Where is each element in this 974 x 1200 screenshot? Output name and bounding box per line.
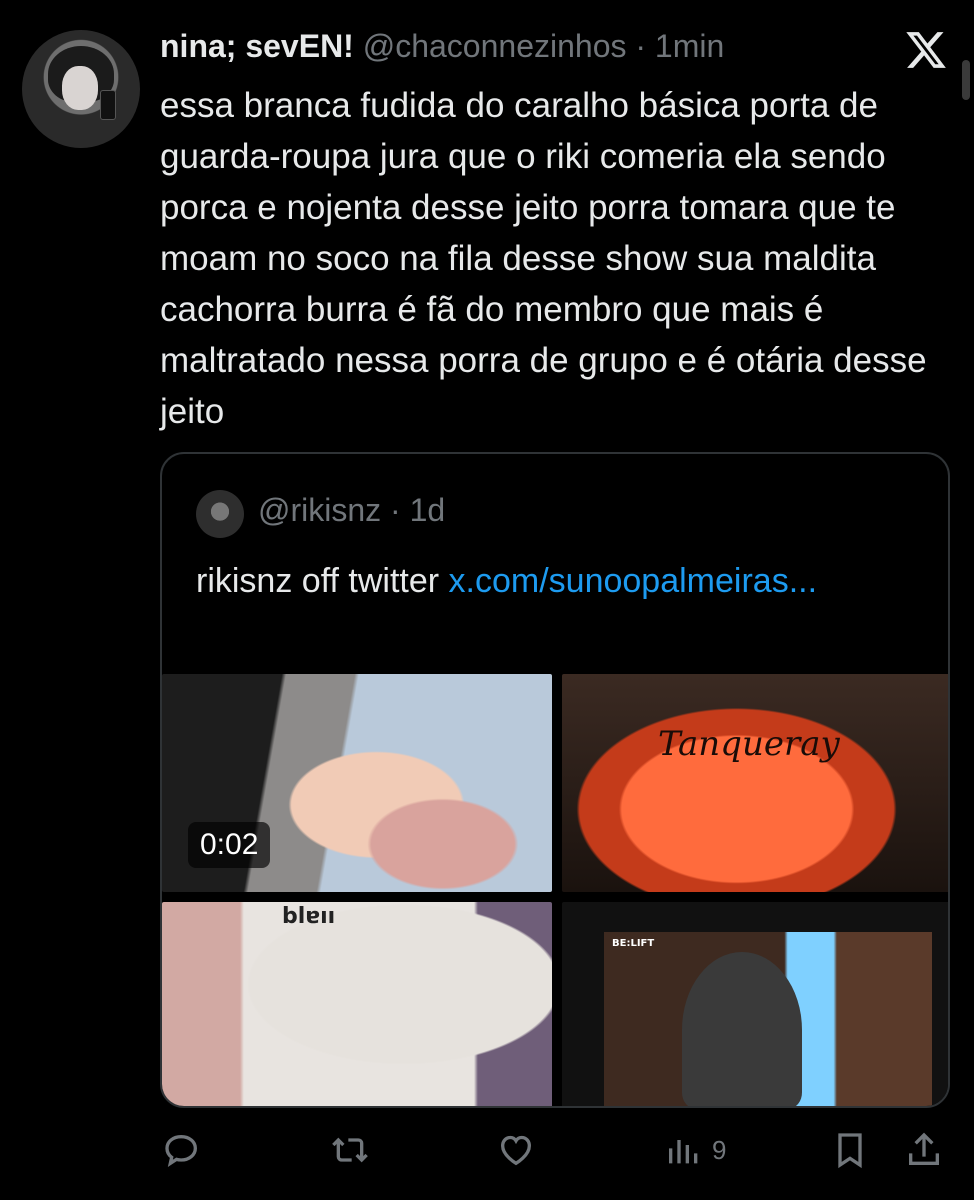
media-video-thumbnail[interactable]: 0:02 <box>162 674 552 892</box>
quoted-tweet-time[interactable]: 1d <box>410 492 446 528</box>
avatar-face <box>62 66 98 110</box>
tweet-header: nina; sevEN! @chaconnezinhos · 1min <box>160 28 900 72</box>
tweet-text: essa branca fudida do caralho básica por… <box>160 86 927 431</box>
share-button[interactable] <box>904 1128 944 1172</box>
author-avatar[interactable] <box>22 30 140 148</box>
separator-dot: · <box>390 492 401 528</box>
retweet-icon <box>332 1137 368 1163</box>
quoted-author-handle[interactable]: @rikisnz <box>258 492 381 528</box>
like-icon <box>500 1135 532 1166</box>
glass-branding-text: Tanqueray <box>658 724 840 764</box>
avatar-phone <box>100 90 116 120</box>
bookmark-icon <box>838 1133 862 1169</box>
media-image-drink[interactable]: Tanqueray <box>562 674 948 892</box>
retweet-button[interactable] <box>330 1128 370 1172</box>
author-handle[interactable]: @chaconnezinhos <box>363 28 627 64</box>
quoted-tweet-text: rikisnz off twitter x.com/sunoopalmeiras… <box>196 556 916 606</box>
views-count: 9 <box>712 1134 727 1165</box>
tweet-time[interactable]: 1min <box>655 28 724 64</box>
bookmark-button[interactable] <box>830 1128 870 1172</box>
quoted-author-avatar[interactable] <box>196 490 244 538</box>
reply-icon <box>165 1134 198 1167</box>
separator-dot: · <box>635 28 647 64</box>
media-image-tv-screen[interactable]: BE:LIFT <box>562 902 948 1106</box>
reply-button[interactable] <box>162 1128 202 1172</box>
media-image-shirt[interactable]: blɐıı <box>162 902 552 1106</box>
quoted-link[interactable]: x.com/sunoopalmeiras... <box>449 562 818 600</box>
quoted-tweet-header: @rikisnz · 1d <box>258 492 445 529</box>
tv-logo-text: BE:LIFT <box>612 938 655 949</box>
quoted-tweet-card[interactable]: @rikisnz · 1d rikisnz off twitter x.com/… <box>160 452 950 1108</box>
hooded-figure <box>682 952 802 1106</box>
like-button[interactable] <box>496 1128 536 1172</box>
views-button[interactable]: 9 <box>664 1128 726 1172</box>
share-icon <box>909 1132 939 1165</box>
x-logo-icon <box>906 32 946 68</box>
views-icon <box>669 1140 698 1164</box>
scrollbar[interactable] <box>962 60 970 100</box>
quoted-text-body: rikisnz off twitter <box>196 562 449 600</box>
video-duration-badge: 0:02 <box>188 822 271 868</box>
author-display-name[interactable]: nina; sevEN! <box>160 28 354 64</box>
tweet-actions-bar: 9 <box>0 1128 974 1176</box>
shirt-print-text: blɐıı <box>282 904 336 929</box>
